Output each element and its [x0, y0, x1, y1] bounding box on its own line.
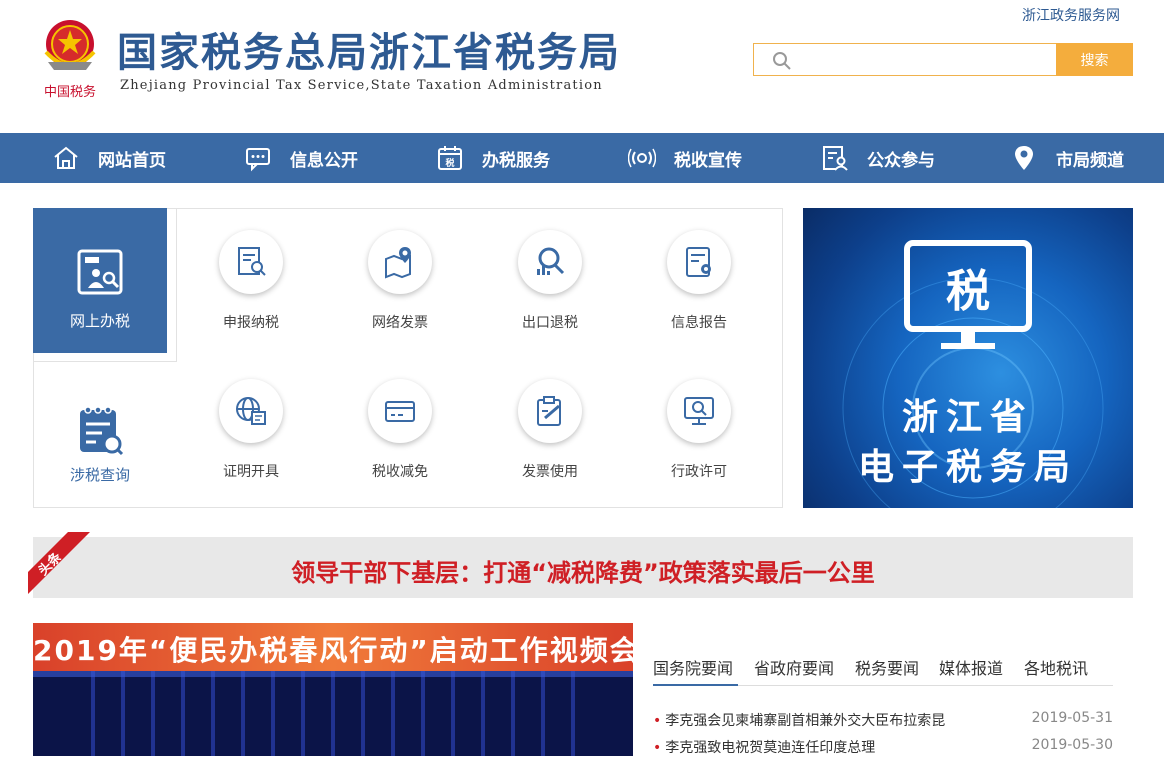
tab-online-tax[interactable]: 网上办税 — [33, 208, 167, 353]
service-declare-tax[interactable]: 申报纳税 — [191, 230, 311, 340]
nav-label: 市局频道 — [1056, 150, 1124, 171]
headline-bar: 领导干部下基层：打通“减税降费”政策落实最后一公里 — [33, 537, 1133, 598]
service-admin-license[interactable]: 行政许可 — [639, 379, 759, 489]
broadcast-icon — [628, 148, 656, 168]
user-doc-icon — [823, 146, 848, 171]
service-label: 证明开具 — [223, 464, 279, 480]
search-button[interactable]: 搜索 — [1056, 43, 1133, 76]
bullet-icon: • — [653, 713, 662, 729]
service-label: 出口退税 — [522, 315, 578, 331]
service-label: 发票使用 — [522, 464, 578, 480]
banner-title-line1: 浙江省 — [901, 397, 1034, 438]
stage-curtain — [33, 671, 633, 756]
service-certificate[interactable]: 证明开具 — [191, 379, 311, 489]
nav-item-info-disclosure[interactable]: 信息公开 — [244, 133, 358, 183]
nav-item-public-participation[interactable]: 公众参与 — [821, 133, 935, 183]
clipboard-edit-icon — [537, 396, 561, 426]
site-subtitle: Zhejiang Provincial Tax Service,State Ta… — [120, 78, 603, 93]
monitor-search-icon — [684, 397, 714, 425]
list-item[interactable]: • 李克强会见柬埔寨副首相兼外交大臣布拉索昆 2019-05-31 — [653, 710, 1113, 732]
video-title: 2019年“便民办税春风行动”启动工作视频会 — [33, 634, 633, 667]
news-title: 李克强致电祝贺莫迪连任印度总理 — [665, 740, 876, 756]
service-export-refund[interactable]: 出口退税 — [490, 230, 610, 340]
site-title: 国家税务总局浙江省税务局 — [117, 30, 621, 76]
news-title: 李克强会见柬埔寨副首相兼外交大臣布拉索昆 — [665, 713, 946, 729]
service-icon-circle — [368, 230, 432, 294]
service-label: 信息报告 — [671, 315, 727, 331]
banner-monitor-char: 税 — [946, 266, 990, 317]
video-player[interactable]: 2019年“便民办税春风行动”启动工作视频会 — [33, 623, 633, 756]
nav-label: 公众参与 — [867, 150, 935, 171]
search-input[interactable] — [796, 48, 1050, 74]
service-tax-relief[interactable]: 税收减免 — [340, 379, 460, 489]
news-tab-local[interactable]: 各地税讯 — [1024, 655, 1088, 679]
zhejiang-gov-service-link[interactable]: 浙江政务服务网 — [1022, 5, 1120, 25]
service-label: 申报纳税 — [223, 315, 279, 331]
e-tax-bureau-banner[interactable]: 税 浙江省 电子税务局 — [803, 208, 1133, 508]
nav-label: 办税服务 — [482, 150, 550, 171]
search-chart-icon — [537, 247, 565, 275]
nav-label: 信息公开 — [290, 150, 358, 171]
service-icon-circle — [368, 379, 432, 443]
service-icon-circle — [667, 379, 731, 443]
tab-tax-query[interactable]: 涉税查询 — [33, 362, 167, 507]
chat-icon — [246, 148, 270, 172]
news-tab-active-indicator — [653, 684, 738, 686]
news-date: 2019-05-30 — [1031, 737, 1113, 753]
tax-emblem-logo[interactable]: 中国税务 — [34, 12, 106, 102]
service-label: 行政许可 — [671, 464, 727, 480]
query-icon — [80, 406, 124, 456]
search-icon — [773, 52, 791, 70]
globe-certificate-icon — [236, 397, 266, 425]
service-icon-circle — [518, 379, 582, 443]
tab-label: 涉税查询 — [69, 466, 130, 484]
news-date: 2019-05-31 — [1031, 710, 1113, 726]
tab-label: 网上办税 — [69, 312, 130, 330]
panel-divider — [176, 208, 177, 362]
nav-item-tax-service[interactable]: 税 办税服务 — [436, 133, 550, 183]
nav-label: 税收宣传 — [674, 150, 742, 171]
news-tab-tax-news[interactable]: 税务要闻 — [855, 655, 919, 679]
nav-item-city-channel[interactable]: 市局频道 — [1010, 133, 1124, 183]
map-invoice-icon — [385, 247, 411, 279]
service-invoice-use[interactable]: 发票使用 — [490, 379, 610, 489]
home-icon — [54, 146, 78, 169]
bullet-icon: • — [653, 740, 662, 756]
card-icon — [385, 401, 415, 422]
nav-item-home[interactable]: 网站首页 — [52, 133, 166, 183]
news-tab-media[interactable]: 媒体报道 — [939, 655, 1003, 679]
nav-label: 网站首页 — [98, 150, 166, 171]
online-tax-icon — [77, 249, 123, 295]
headline-link[interactable]: 领导干部下基层：打通“减税降费”政策落实最后一公里 — [33, 553, 1133, 588]
headline-badge: 头条 — [28, 532, 90, 594]
service-info-report[interactable]: 信息报告 — [639, 230, 759, 340]
service-label: 税收减免 — [372, 464, 428, 480]
news-tab-state-council[interactable]: 国务院要闻 — [653, 655, 733, 679]
news-tab-provincial-gov[interactable]: 省政府要闻 — [754, 655, 834, 679]
nav-item-tax-publicity[interactable]: 税收宣传 — [628, 133, 742, 183]
banner-title-line2: 电子税务局 — [857, 447, 1078, 488]
declare-icon — [238, 247, 266, 276]
emblem-caption: 中国税务 — [44, 84, 96, 100]
service-label: 网络发票 — [372, 315, 428, 331]
svg-text:税: 税 — [445, 157, 454, 169]
service-icon-circle — [667, 230, 731, 294]
location-pin-icon — [1015, 146, 1033, 170]
service-network-invoice[interactable]: 网络发票 — [340, 230, 460, 340]
main-nav: 网站首页 信息公开 税 办税服务 税收宣传 公众参与 市局频道 — [0, 133, 1164, 183]
service-icon-circle — [219, 230, 283, 294]
report-icon — [686, 247, 711, 277]
service-icon-circle — [518, 230, 582, 294]
calendar-tax-icon: 税 — [438, 146, 462, 170]
service-icon-circle — [219, 379, 283, 443]
